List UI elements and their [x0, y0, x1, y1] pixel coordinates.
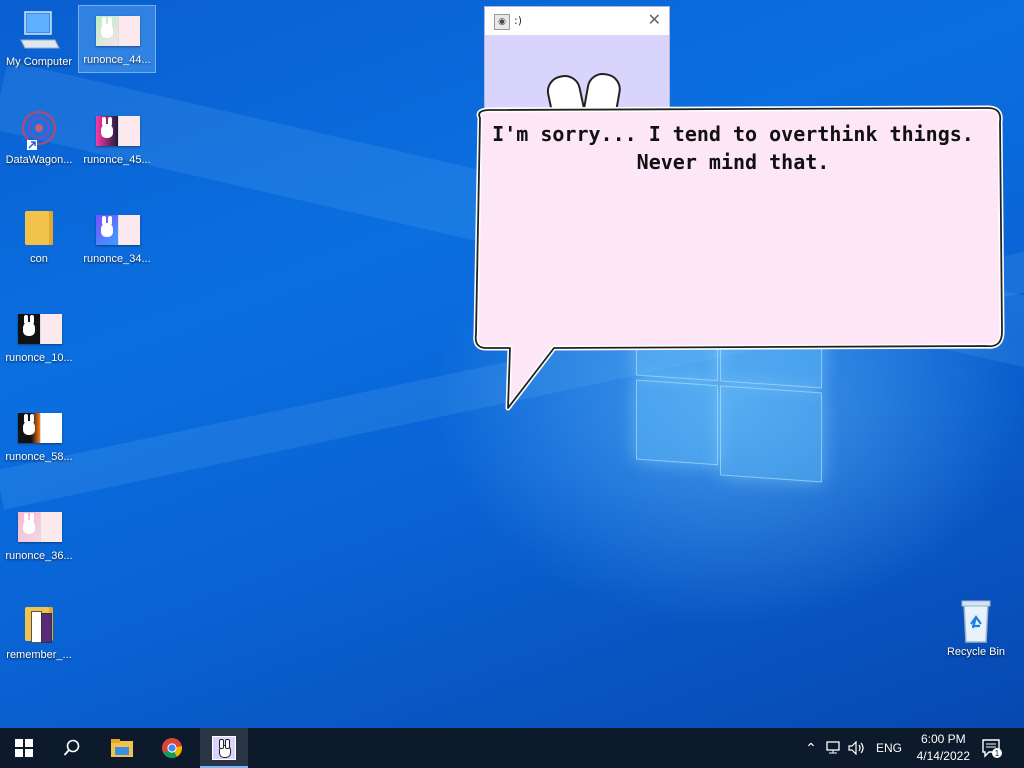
bunny-app-taskbar-button[interactable] — [200, 728, 248, 768]
datawagon-shortcut-icon — [15, 106, 63, 152]
popup-window[interactable]: ◉ :) ✕ — [484, 6, 670, 112]
image-file-icon — [93, 205, 141, 251]
bunny-app-icon: ◉ — [494, 14, 510, 30]
popup-titlebar[interactable]: ◉ :) ✕ — [485, 7, 669, 35]
search-button[interactable] — [48, 728, 96, 768]
start-icon — [15, 739, 33, 757]
icon-label: remember_... — [6, 649, 72, 661]
volume-icon[interactable] — [846, 741, 868, 755]
icon-label: runonce_58... — [5, 451, 73, 463]
icon-label: runonce_36... — [5, 550, 73, 562]
system-tray: ⌃ ENG — [802, 728, 902, 768]
desktop-icon-runonce-44[interactable]: runonce_44... — [78, 5, 156, 73]
desktop-icon-runonce-58[interactable]: runonce_58... — [1, 403, 77, 463]
file-explorer-button[interactable] — [98, 728, 146, 768]
speech-line-1: I'm sorry... I tend to overthink things. — [492, 122, 974, 146]
folder-with-files-icon — [15, 601, 63, 647]
icon-label: Recycle Bin — [946, 646, 1006, 658]
image-file-icon — [93, 106, 141, 152]
icon-label: runonce_10... — [5, 352, 73, 364]
language-indicator[interactable]: ENG — [876, 741, 902, 755]
notification-count: 1 — [995, 749, 1000, 758]
clock-date: 4/14/2022 — [916, 749, 970, 763]
desktop-icon-runonce-36[interactable]: runonce_36... — [1, 502, 77, 562]
image-file-icon — [15, 403, 63, 449]
image-file-icon — [93, 6, 141, 52]
icon-label: My Computer — [5, 56, 73, 68]
chevron-up-icon[interactable]: ⌃ — [802, 740, 820, 757]
desktop-icon-con[interactable]: con — [1, 205, 77, 265]
desktop-icon-datawagon[interactable]: DataWagon... — [1, 106, 77, 166]
speech-text: I'm sorry... I tend to overthink things.… — [478, 120, 988, 176]
icon-label: con — [30, 253, 48, 265]
chrome-button[interactable] — [148, 728, 196, 768]
folder-icon — [15, 205, 63, 251]
icon-label: runonce_34... — [83, 253, 151, 265]
bunny-app-icon — [212, 736, 236, 760]
icon-label: DataWagon... — [5, 154, 73, 166]
start-button[interactable] — [0, 728, 48, 768]
computer-icon — [15, 8, 63, 54]
icon-label: runonce_44... — [83, 54, 151, 66]
taskbar: ⌃ ENG 6:00 PM 4/14/2022 1 — [0, 728, 1024, 768]
desktop-icon-my-computer[interactable]: My Computer — [1, 8, 77, 68]
chrome-icon — [162, 738, 182, 758]
search-icon — [63, 739, 80, 756]
icon-label: runonce_45... — [83, 154, 151, 166]
desktop-background: My Computer runonce_44... DataWagon... r… — [0, 0, 1024, 728]
desktop-icon-runonce-45[interactable]: runonce_45... — [79, 106, 155, 166]
desktop-icon-runonce-10[interactable]: runonce_10... — [1, 304, 77, 364]
desktop-icon-remember[interactable]: remember_... — [1, 601, 77, 661]
speech-line-2: Never mind that. — [636, 150, 830, 174]
notification-icon: 1 — [982, 739, 1002, 758]
close-button[interactable]: ✕ — [648, 10, 661, 29]
clock-time: 6:00 PM — [920, 732, 966, 746]
file-explorer-icon — [111, 739, 133, 757]
recycle-bin-icon — [952, 598, 1000, 644]
desktop-icon-runonce-34[interactable]: runonce_34... — [79, 205, 155, 265]
clock[interactable]: 6:00 PM 4/14/2022 — [917, 731, 970, 765]
network-icon[interactable] — [820, 741, 846, 755]
action-center-button[interactable]: 1 — [972, 728, 1012, 768]
popup-title: :) — [514, 14, 522, 27]
image-file-icon — [15, 304, 63, 350]
image-file-icon — [15, 502, 63, 548]
desktop-icon-recycle-bin[interactable]: Recycle Bin — [938, 598, 1014, 658]
